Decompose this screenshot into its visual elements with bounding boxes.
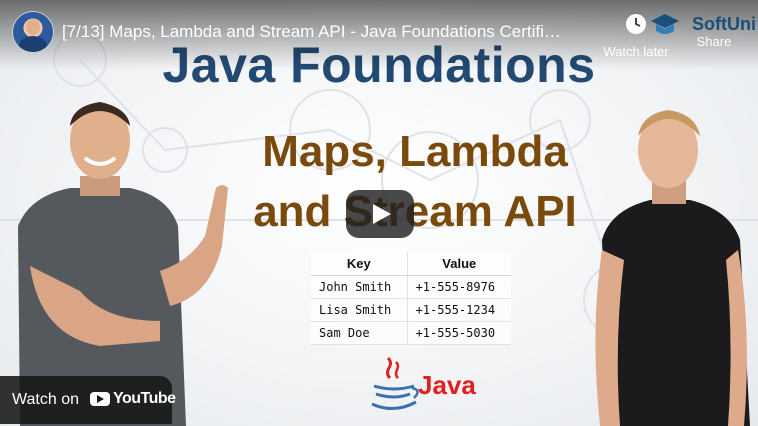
table-cell-value: +1-555-1234	[407, 298, 511, 322]
youtube-play-triangle	[97, 395, 104, 403]
table-header-row: Key Value	[311, 252, 511, 276]
watch-on-youtube-button[interactable]: Watch on YouTube	[0, 376, 176, 424]
share-label: Share	[696, 34, 732, 49]
presenter-right	[595, 110, 750, 426]
table-row: Sam Doe +1-555-5030	[311, 321, 511, 345]
table-cell-value: +1-555-8976	[407, 275, 511, 299]
play-icon	[373, 204, 391, 224]
clock-icon	[626, 14, 646, 34]
channel-avatar[interactable]	[12, 11, 54, 53]
video-title-link[interactable]: [7/13] Maps, Lambda and Stream API - Jav…	[62, 22, 587, 42]
table-cell-key: Sam Doe	[311, 321, 408, 345]
table-cell-key: Lisa Smith	[311, 298, 408, 322]
table-header-value: Value	[407, 252, 511, 276]
youtube-logo-icon	[90, 392, 110, 406]
table-header-key: Key	[311, 252, 408, 276]
play-button[interactable]	[346, 190, 414, 238]
youtube-wordmark: YouTube	[113, 390, 176, 407]
avatar-head-shape	[26, 19, 40, 35]
slide-subtitle-line-1: Maps, Lambda	[262, 127, 568, 176]
softuni-logo-icon	[651, 14, 679, 34]
avatar-body-shape	[19, 36, 47, 52]
video-player[interactable]: Java Foundations Maps, Lambda and Stream…	[0, 0, 758, 426]
table-row: John Smith +1-555-8976	[311, 275, 511, 299]
watch-on-label: Watch on	[12, 391, 79, 408]
table-cell-key: John Smith	[311, 275, 408, 299]
slide-subtitle: Maps, Lambda and Stream API	[230, 122, 600, 242]
share-button[interactable]: Share	[690, 34, 738, 49]
softuni-logo-text: SoftUni	[692, 14, 756, 34]
java-label: Java	[418, 370, 476, 400]
watch-later-label: Watch later	[603, 44, 669, 59]
key-value-table: Key Value John Smith +1-555-8976 Lisa Sm…	[311, 252, 511, 345]
table-cell-value: +1-555-5030	[407, 321, 511, 345]
slide-subtitle-line-2: and Stream API	[253, 187, 577, 236]
table-row: Lisa Smith +1-555-1234	[311, 298, 511, 322]
